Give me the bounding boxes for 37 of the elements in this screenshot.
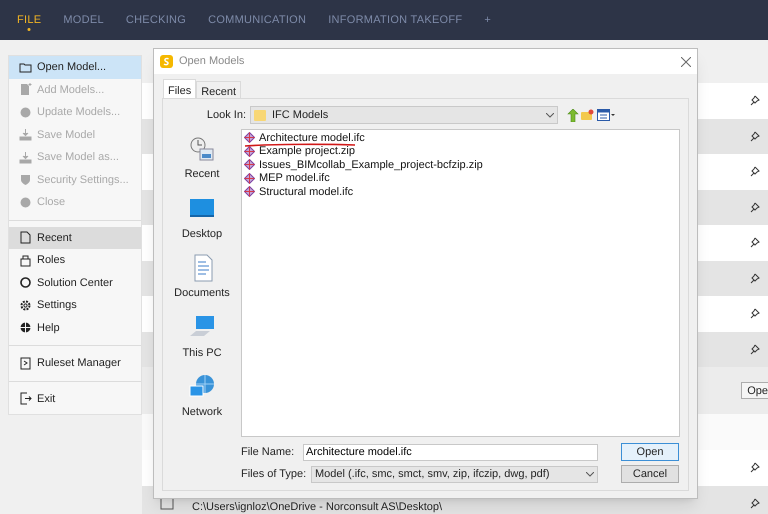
file-item[interactable]: Structural model.ifc xyxy=(244,185,679,198)
place-shortcut[interactable]: Desktop xyxy=(182,194,222,242)
navigation-tab[interactable]: INFORMATION TAKEOFF xyxy=(328,12,462,28)
navigation-tab[interactable]: + xyxy=(484,12,492,28)
open-button[interactable]: Ope xyxy=(741,382,768,399)
menu-item[interactable]: Settings xyxy=(9,294,141,316)
file-item[interactable]: Architecture model.ifc xyxy=(244,131,679,144)
file-path: C:\Users\ignloz\OneDrive - Norconsult AS\Desktop\ xyxy=(192,501,442,513)
look-in-label: Look In: xyxy=(206,108,247,123)
menu-item[interactable]: Roles xyxy=(9,249,141,272)
place-shortcut[interactable]: Network xyxy=(182,373,222,420)
file-name-field[interactable]: Architecture model.ifc xyxy=(303,444,598,460)
open-button[interactable]: Open xyxy=(621,443,679,461)
menu-item[interactable]: Open Model... xyxy=(9,56,141,78)
menu-item[interactable]: Help xyxy=(9,316,141,339)
menu-item[interactable]: Exit xyxy=(9,388,141,410)
place-shortcut[interactable]: Recent xyxy=(184,135,220,182)
place-shortcut[interactable]: Documents xyxy=(174,254,230,302)
navigation-tab[interactable]: CHECKING xyxy=(126,12,186,28)
look-in-dropdown[interactable]: IFC Models xyxy=(250,106,558,124)
place-shortcut[interactable]: This PC xyxy=(182,314,222,361)
navigation-tab[interactable]: MODEL xyxy=(63,12,104,28)
file-item[interactable]: Example project.zip xyxy=(244,144,679,158)
dialog-title: Open Models xyxy=(179,54,246,70)
file-name-label: File Name: xyxy=(241,444,296,460)
navigation-tab[interactable]: FILE xyxy=(17,12,42,28)
file-item[interactable]: MEP model.ifc xyxy=(244,172,679,185)
dialog-tab[interactable]: Files xyxy=(163,79,196,99)
navigation-tab[interactable]: COMMUNICATION xyxy=(208,12,306,28)
file-type-dropdown[interactable]: Model (.ifc, smc, smct, smv, zip, ifczip, dwg, pdf) xyxy=(311,466,598,482)
cancel-button[interactable]: Cancel xyxy=(621,465,679,483)
dialog-tab[interactable]: Recent xyxy=(196,81,242,98)
menu-item[interactable]: Recent xyxy=(9,226,141,249)
file-type-label: Files of Type: xyxy=(241,466,308,482)
file-item[interactable]: Issues_BIMcollab_Example_project-bcfzip.zip xyxy=(244,158,679,172)
menu-item[interactable]: Ruleset Manager xyxy=(9,352,141,374)
menu-item[interactable]: Solution Center xyxy=(9,272,141,294)
